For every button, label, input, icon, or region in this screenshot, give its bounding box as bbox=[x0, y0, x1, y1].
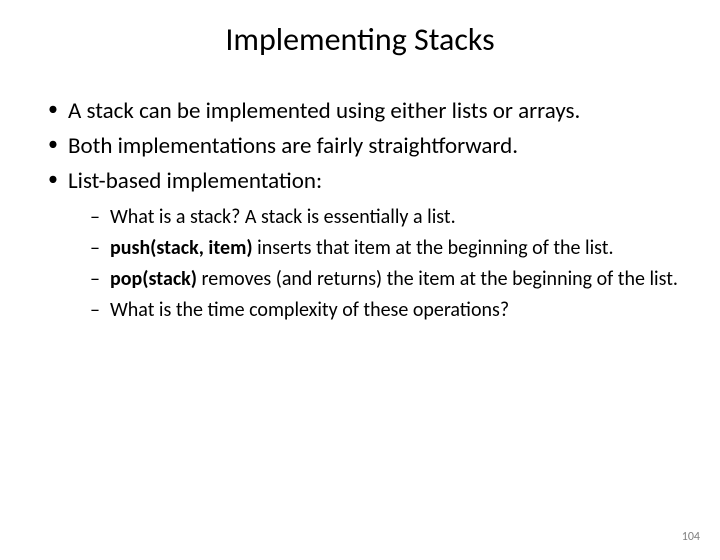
sub-bullet-item: What is the time complexity of these ope… bbox=[86, 298, 680, 323]
sub-bullet-text: inserts that item at the beginning of th… bbox=[253, 236, 614, 260]
sub-bullet-list: What is a stack? A stack is essentially … bbox=[86, 205, 680, 323]
slide-title: Implementing Stacks bbox=[0, 20, 720, 59]
bullet-item: Both implementations are fairly straight… bbox=[40, 132, 680, 161]
sub-bullet-item: pop(stack) removes (and returns) the ite… bbox=[86, 267, 680, 292]
sub-bullet-item: push(stack, item) inserts that item at t… bbox=[86, 236, 680, 261]
bullet-item: A stack can be implemented using either … bbox=[40, 97, 680, 126]
sub-bullet-text: removes (and returns) the item at the be… bbox=[197, 267, 678, 291]
bullet-item: List-based implementation: What is a sta… bbox=[40, 167, 680, 324]
slide-body: A stack can be implemented using either … bbox=[0, 97, 720, 323]
page-number: 104 bbox=[682, 530, 700, 544]
code-term: pop(stack) bbox=[110, 267, 197, 291]
code-term: push(stack, item) bbox=[110, 236, 253, 260]
bullet-list: A stack can be implemented using either … bbox=[40, 97, 680, 323]
sub-bullet-item: What is a stack? A stack is essentially … bbox=[86, 205, 680, 230]
bullet-text: List-based implementation: bbox=[68, 167, 322, 195]
